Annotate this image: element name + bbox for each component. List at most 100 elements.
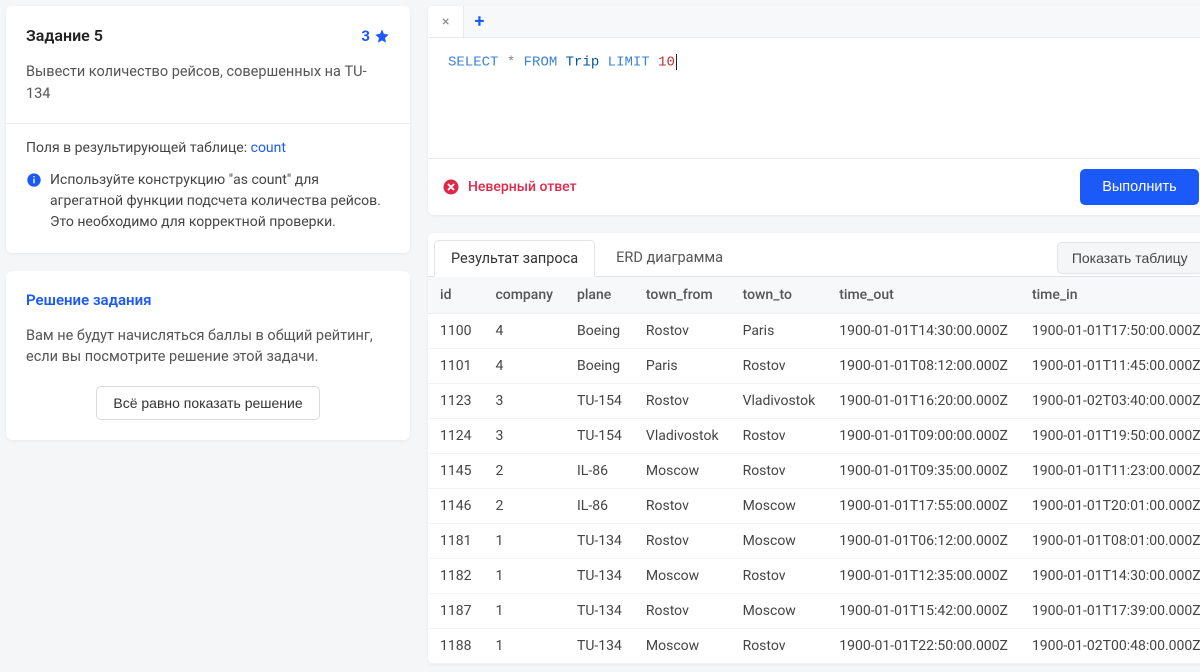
table-row[interactable]: 11243TU-154VladivostokRostov1900-01-01T0… (428, 419, 1200, 454)
error-icon (442, 178, 460, 196)
table-cell: 1900-01-01T06:12:00.000Z (827, 524, 1020, 559)
column-header: time_out (827, 277, 1020, 314)
table-cell: 4 (483, 314, 565, 349)
table-row[interactable]: 11452IL-86MoscowRostov1900-01-01T09:35:0… (428, 454, 1200, 489)
table-cell: Rostov (634, 594, 731, 629)
table-cell: 3 (483, 419, 565, 454)
fields-label: Поля в результирующей таблице: (26, 140, 247, 156)
table-cell: 1900-01-01T15:42:00.000Z (827, 594, 1020, 629)
table-cell: 1900-01-01T20:01:00.000Z (1020, 489, 1200, 524)
table-cell: 1900-01-01T09:35:00.000Z (827, 454, 1020, 489)
add-tab-button[interactable]: + (464, 11, 494, 32)
table-cell: Rostov (731, 349, 828, 384)
tab-erd-diagram[interactable]: ERD диаграмма (599, 239, 740, 276)
task-rating[interactable]: 3 (361, 27, 390, 45)
rating-value: 3 (361, 27, 370, 45)
solution-warning: Вам не будут начисляться баллы в общий р… (26, 325, 390, 369)
table-cell: 1145 (428, 454, 483, 489)
column-header: id (428, 277, 483, 314)
solution-card: Решение задания Вам не будут начисляться… (6, 271, 410, 441)
task-card: Задание 5 3 Вывести количество рейсов, с… (6, 6, 410, 253)
table-cell: 1 (483, 559, 565, 594)
table-cell: Moscow (731, 524, 828, 559)
result-panel: Результат запроса ERD диаграмма Показать… (428, 233, 1200, 664)
close-icon[interactable]: × (442, 14, 449, 30)
table-row[interactable]: 11821TU-134MoscowRostov1900-01-01T12:35:… (428, 559, 1200, 594)
column-header: time_in (1020, 277, 1200, 314)
table-cell: 1 (483, 524, 565, 559)
info-icon (26, 172, 42, 188)
table-cell: 1900-01-01T14:30:00.000Z (1020, 559, 1200, 594)
table-cell: 1900-01-01T22:50:00.000Z (827, 629, 1020, 664)
table-row[interactable]: 11881TU-134MoscowRostov1900-01-01T22:50:… (428, 629, 1200, 664)
execute-button[interactable]: Выполнить (1080, 169, 1198, 205)
table-cell: 1123 (428, 384, 483, 419)
table-cell: TU-134 (565, 629, 634, 664)
table-cell: 1124 (428, 419, 483, 454)
editor-textarea[interactable]: SELECT * FROM Trip LIMIT 10 (428, 38, 1200, 158)
table-cell: TU-134 (565, 559, 634, 594)
table-cell: 2 (483, 489, 565, 524)
table-cell: 1188 (428, 629, 483, 664)
hint-block: Используйте конструкцию "as count" для а… (26, 170, 390, 233)
star-icon (374, 28, 390, 44)
table-cell: 1100 (428, 314, 483, 349)
table-cell: 1900-01-01T17:55:00.000Z (827, 489, 1020, 524)
table-cell: TU-154 (565, 384, 634, 419)
table-cell: 1 (483, 629, 565, 664)
table-cell: 3 (483, 384, 565, 419)
column-header: plane (565, 277, 634, 314)
table-cell: Rostov (634, 489, 731, 524)
divider (6, 123, 410, 124)
cursor (676, 54, 677, 70)
table-cell: 1900-01-01T12:35:00.000Z (827, 559, 1020, 594)
table-cell: Rostov (731, 419, 828, 454)
result-tabs: Результат запроса ERD диаграмма (434, 239, 740, 276)
table-row[interactable]: 11462IL-86RostovMoscow1900-01-01T17:55:0… (428, 489, 1200, 524)
show-table-button[interactable]: Показать таблицу (1057, 242, 1200, 274)
table-cell: Moscow (731, 594, 828, 629)
column-header: town_to (731, 277, 828, 314)
table-cell: 2 (483, 454, 565, 489)
table-row[interactable]: 11233TU-154RostovVladivostok1900-01-01T1… (428, 384, 1200, 419)
table-cell: 1900-01-01T09:00:00.000Z (827, 419, 1020, 454)
solution-title[interactable]: Решение задания (26, 291, 390, 309)
table-cell: 1900-01-01T17:50:00.000Z (1020, 314, 1200, 349)
fields-value[interactable]: count (251, 140, 286, 156)
result-fields-line: Поля в результирующей таблице: count (26, 140, 390, 156)
editor-tab-1[interactable]: × (428, 6, 464, 37)
table-cell: Moscow (634, 559, 731, 594)
table-cell: Boeing (565, 349, 634, 384)
editor-tab-bar: × + (428, 6, 1200, 38)
table-cell: 1146 (428, 489, 483, 524)
column-header: town_from (634, 277, 731, 314)
error-text: Неверный ответ (468, 179, 577, 195)
table-row[interactable]: 11871TU-134RostovMoscow1900-01-01T15:42:… (428, 594, 1200, 629)
show-solution-button[interactable]: Всё равно показать решение (96, 386, 319, 420)
table-cell: Moscow (634, 454, 731, 489)
tab-query-result[interactable]: Результат запроса (434, 240, 595, 277)
result-table-container: idcompanyplanetown_fromtown_totime_outti… (428, 276, 1200, 664)
table-cell: 4 (483, 349, 565, 384)
table-cell: 1900-01-02T03:40:00.000Z (1020, 384, 1200, 419)
table-cell: 1101 (428, 349, 483, 384)
table-row[interactable]: 11811TU-134RostovMoscow1900-01-01T06:12:… (428, 524, 1200, 559)
table-cell: TU-134 (565, 594, 634, 629)
table-cell: 1900-01-01T08:01:00.000Z (1020, 524, 1200, 559)
table-row[interactable]: 11014BoeingParisRostov1900-01-01T08:12:0… (428, 349, 1200, 384)
table-row[interactable]: 11004BoeingRostovParis1900-01-01T14:30:0… (428, 314, 1200, 349)
sql-editor: × + SELECT * FROM Trip LIMIT 10 Неверный… (428, 6, 1200, 215)
table-cell: Vladivostok (634, 419, 731, 454)
column-header: company (483, 277, 565, 314)
table-cell: Rostov (634, 524, 731, 559)
table-cell: IL-86 (565, 489, 634, 524)
table-cell: 1900-01-01T14:30:00.000Z (827, 314, 1020, 349)
table-cell: 1900-01-01T16:20:00.000Z (827, 384, 1020, 419)
table-cell: TU-134 (565, 524, 634, 559)
result-status: Неверный ответ (442, 178, 577, 196)
table-cell: 1900-01-01T17:39:00.000Z (1020, 594, 1200, 629)
table-cell: Paris (634, 349, 731, 384)
table-cell: 1900-01-01T11:23:00.000Z (1020, 454, 1200, 489)
table-cell: 1900-01-01T19:50:00.000Z (1020, 419, 1200, 454)
task-title: Задание 5 (26, 26, 103, 45)
